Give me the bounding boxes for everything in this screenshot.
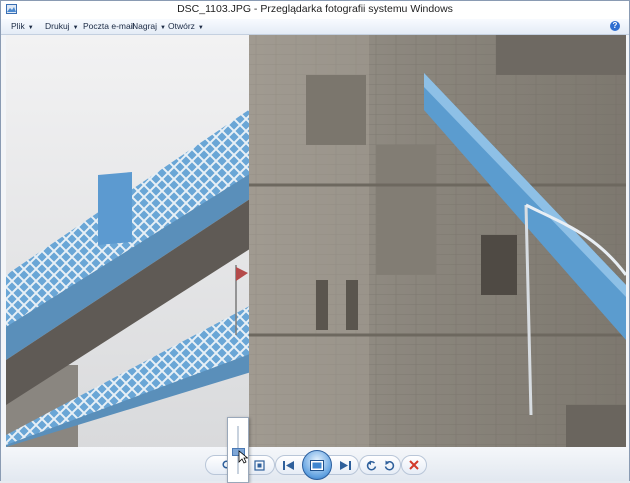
title-bar: DSC_1103.JPG - Przeglądarka fotografii s…: [1, 1, 629, 19]
actual-size-button[interactable]: [250, 457, 268, 473]
rotate-clockwise-button[interactable]: [380, 457, 398, 473]
chevron-down-icon: ▼: [197, 25, 204, 31]
bottom-toolbar: [1, 447, 629, 481]
next-button[interactable]: [336, 457, 354, 473]
previous-button[interactable]: [280, 457, 298, 473]
rotate-group: [359, 455, 401, 475]
rotate-left-icon: [366, 460, 376, 470]
photo-image: [6, 35, 626, 447]
rotate-counterclockwise-button[interactable]: [362, 457, 380, 473]
rotate-right-icon: [384, 460, 394, 470]
menu-burn-label: Nagraj: [132, 21, 158, 31]
menu-bar: Plik ▼ Drukuj ▼ Poczta e-mail Nagraj ▼ Otwó…: [1, 19, 629, 35]
chevron-down-icon: ▼: [72, 25, 79, 31]
delete-button[interactable]: [405, 457, 423, 473]
delete-group: [401, 455, 427, 475]
slideshow-button[interactable]: [302, 450, 332, 480]
chevron-down-icon: ▼: [27, 25, 34, 31]
window-title: DSC_1103.JPG - Przeglądarka fotografii s…: [177, 3, 453, 15]
menu-print-label: Drukuj: [45, 21, 70, 31]
menu-email-label: Poczta e-mail: [83, 21, 135, 31]
menu-file-label: Plik: [11, 21, 25, 31]
fit-window-icon: [253, 459, 265, 471]
menu-open-label: Otwórz: [168, 21, 195, 31]
menu-print[interactable]: Drukuj ▼: [45, 21, 79, 31]
menu-open[interactable]: Otwórz ▼: [168, 21, 204, 31]
menu-burn[interactable]: Nagraj ▼: [132, 21, 166, 31]
help-icon[interactable]: ?: [610, 21, 620, 31]
slideshow-icon: [310, 459, 324, 471]
menu-file[interactable]: Plik ▼: [11, 21, 34, 31]
mouse-cursor-icon: [238, 450, 248, 464]
photo-display: [6, 35, 626, 447]
menu-email[interactable]: Poczta e-mail: [83, 21, 135, 31]
chevron-down-icon: ▼: [160, 25, 166, 31]
delete-icon: [409, 460, 419, 470]
next-icon: [340, 460, 351, 470]
previous-icon: [283, 460, 294, 470]
photo-viewer-window: DSC_1103.JPG - Przeglądarka fotografii s…: [0, 0, 630, 483]
